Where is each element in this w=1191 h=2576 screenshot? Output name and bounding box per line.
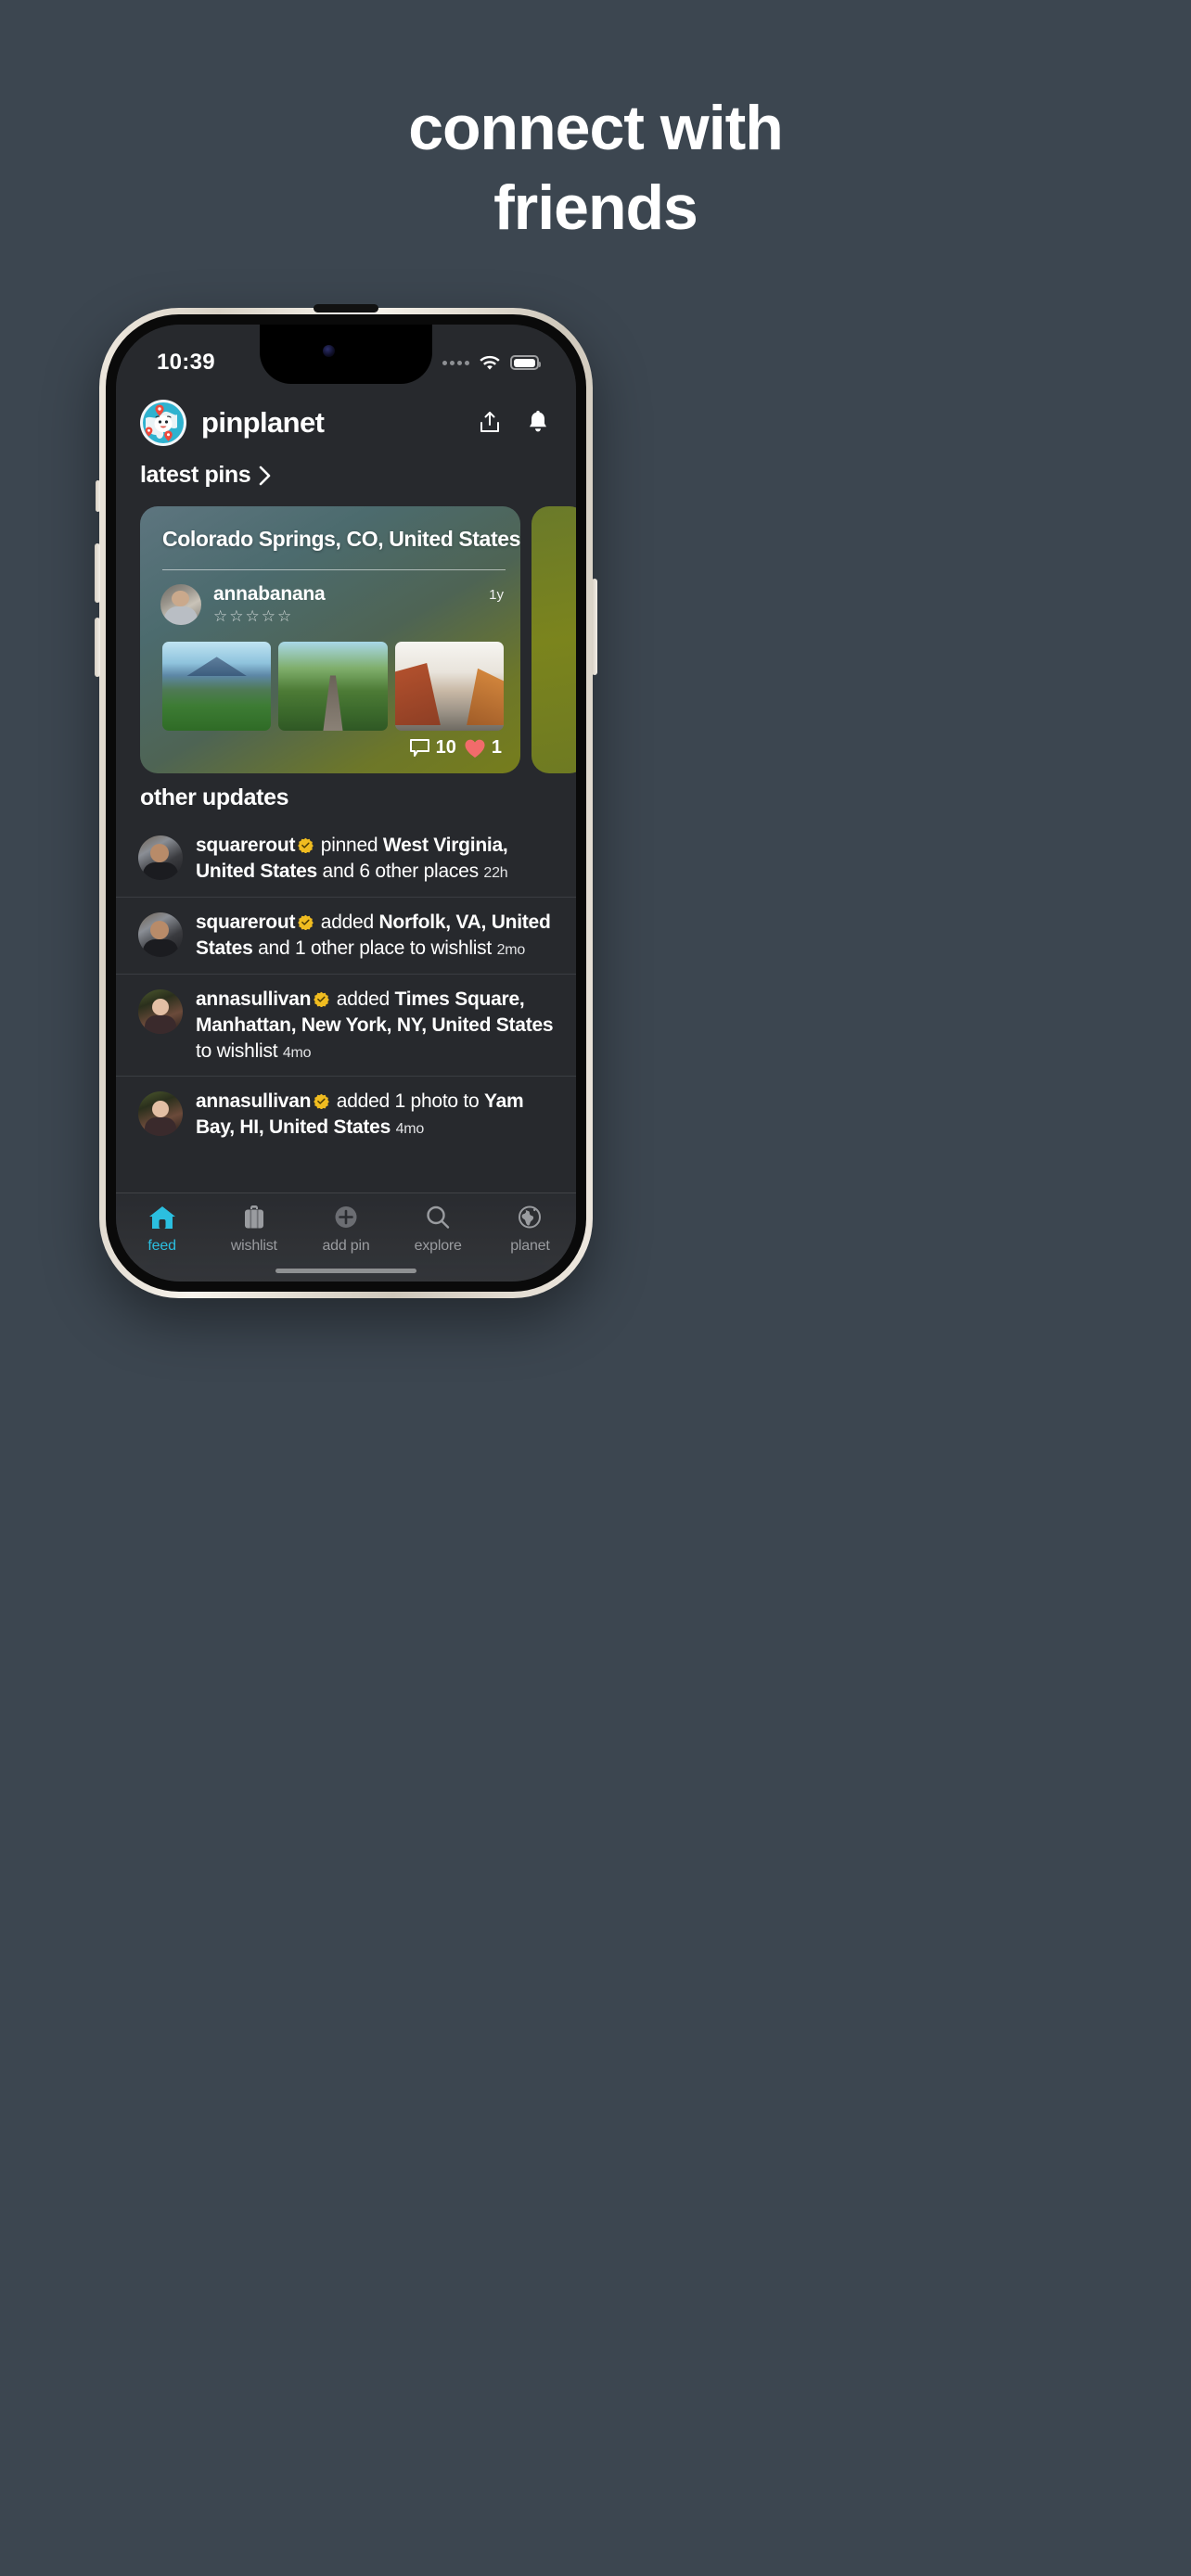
marketing-headline: connect with friends [0,96,1191,239]
tab-label: planet [510,1238,550,1254]
suitcase-icon [240,1204,268,1231]
avatar[interactable] [160,584,201,625]
phone-mockup: 10:39 pinplanet latest pins Colorado Spr… [95,304,597,1298]
mountain-city-forest-photo[interactable] [162,642,272,731]
update-username[interactable]: annasullivan [196,988,311,1010]
pin-card-next-peek[interactable] [531,506,576,773]
verified-badge-icon [298,912,314,931]
heart-icon [464,738,486,759]
tab-planet[interactable]: planet [484,1204,576,1255]
tab-add-pin[interactable]: add pin [300,1204,391,1255]
tab-label: explore [414,1238,462,1254]
app-content: pinplanet latest pins Colorado Springs, … [116,325,576,1282]
pinplanet-globe-logo [140,400,186,446]
volume-down-button[interactable] [95,618,100,677]
update-action: added 1 photo to [331,1090,485,1113]
pin-card-photo-strip[interactable] [162,642,504,731]
update-timestamp: 2mo [496,941,526,958]
update-action: pinned [315,835,383,856]
update-suffix: and 1 other place to wishlist [252,937,497,959]
avatar[interactable] [138,1091,183,1137]
search-icon [424,1204,452,1231]
chevron-right-icon [259,465,271,486]
brand-title: pinplanet [201,406,325,439]
avatar[interactable] [138,988,183,1034]
latest-pins-header[interactable]: latest pins [140,462,271,489]
update-text: annasullivan added 1 photo to Yam Bay, H… [196,1089,556,1141]
other-updates-title: other updates [140,784,289,810]
signal-dots-icon [442,360,469,365]
tab-label: feed [147,1238,176,1254]
update-text: squarerout pinned West Virginia, United … [196,833,556,885]
app-header: pinplanet [116,393,576,453]
update-suffix: and 6 other places [316,860,484,882]
phone-bezel: 10:39 pinplanet latest pins Colorado Spr… [106,314,586,1292]
pin-card[interactable]: Colorado Springs, CO, United States anna… [140,506,520,773]
pin-card-location: Colorado Springs, CO, United States [162,527,520,551]
list-item[interactable]: annasullivan added 1 photo to Yam Bay, H… [116,1076,576,1153]
list-item[interactable]: squarerout pinned West Virginia, United … [116,821,576,897]
pin-card-user-row[interactable]: annabanana ☆☆☆☆☆ 1y [160,583,504,632]
home-indicator[interactable] [275,1269,416,1273]
status-bar-time: 10:39 [157,350,215,375]
tab-wishlist[interactable]: wishlist [208,1204,300,1255]
pin-card-timestamp: 1y [489,587,504,603]
phone-screen: 10:39 pinplanet latest pins Colorado Spr… [116,325,576,1282]
wifi-icon [480,355,500,371]
avatar[interactable] [138,912,183,957]
forest-trail-photo[interactable] [278,642,388,731]
pin-card-divider [162,569,506,570]
verified-badge-icon [314,988,330,1008]
power-button[interactable] [592,579,597,675]
update-text: annasullivan added Times Square, Manhatt… [196,987,556,1065]
plus-circle-icon [332,1204,360,1231]
earpiece-speaker [314,304,378,312]
comment-count-group[interactable]: 10 [409,737,456,759]
update-timestamp: 22h [483,864,508,881]
update-username[interactable]: squarerout [196,912,295,933]
status-bar: 10:39 [116,325,576,384]
update-username[interactable]: annasullivan [196,1090,311,1112]
headline-line-1: connect with [408,93,784,163]
update-timestamp: 4mo [395,1121,425,1138]
notification-bell-icon[interactable] [524,409,552,437]
update-text: squarerout added Norfolk, VA, United Sta… [196,910,556,962]
red-rock-canyon-photo[interactable] [394,642,504,731]
bottom-tab-bar: feed wishlist add pin explore planet [116,1192,576,1282]
tab-label: wishlist [230,1238,277,1254]
tab-explore[interactable]: explore [392,1204,484,1255]
comment-count: 10 [435,737,456,758]
list-item[interactable]: squarerout added Norfolk, VA, United Sta… [116,896,576,974]
update-timestamp: 4mo [282,1044,312,1061]
latest-pins-carousel[interactable]: Colorado Springs, CO, United States anna… [116,506,576,773]
list-item[interactable]: annasullivan added Times Square, Manhatt… [116,973,576,1077]
update-username[interactable]: squarerout [196,835,295,856]
verified-badge-icon [298,835,314,854]
tab-feed[interactable]: feed [116,1204,208,1255]
share-upload-icon[interactable] [476,409,504,437]
verified-badge-icon [314,1090,330,1110]
like-count-group[interactable]: 1 [464,737,502,759]
volume-up-button[interactable] [95,543,100,603]
silent-switch[interactable] [96,480,100,512]
like-count: 1 [491,737,502,758]
headline-line-2: friends [493,172,698,243]
tab-label: add pin [322,1238,370,1254]
update-action: added [315,911,379,933]
battery-icon [510,355,541,370]
comment-bubble-icon [409,738,430,758]
pin-card-rating-stars: ☆☆☆☆☆ [213,607,294,626]
home-icon [147,1204,178,1231]
pin-card-meta: 10 1 [409,737,502,759]
update-action: added [331,988,395,1010]
avatar[interactable] [138,835,183,880]
globe-icon [516,1204,544,1231]
update-suffix: to wishlist [196,1039,283,1062]
latest-pins-label: latest pins [140,462,251,488]
pin-card-username[interactable]: annabanana [213,583,481,605]
